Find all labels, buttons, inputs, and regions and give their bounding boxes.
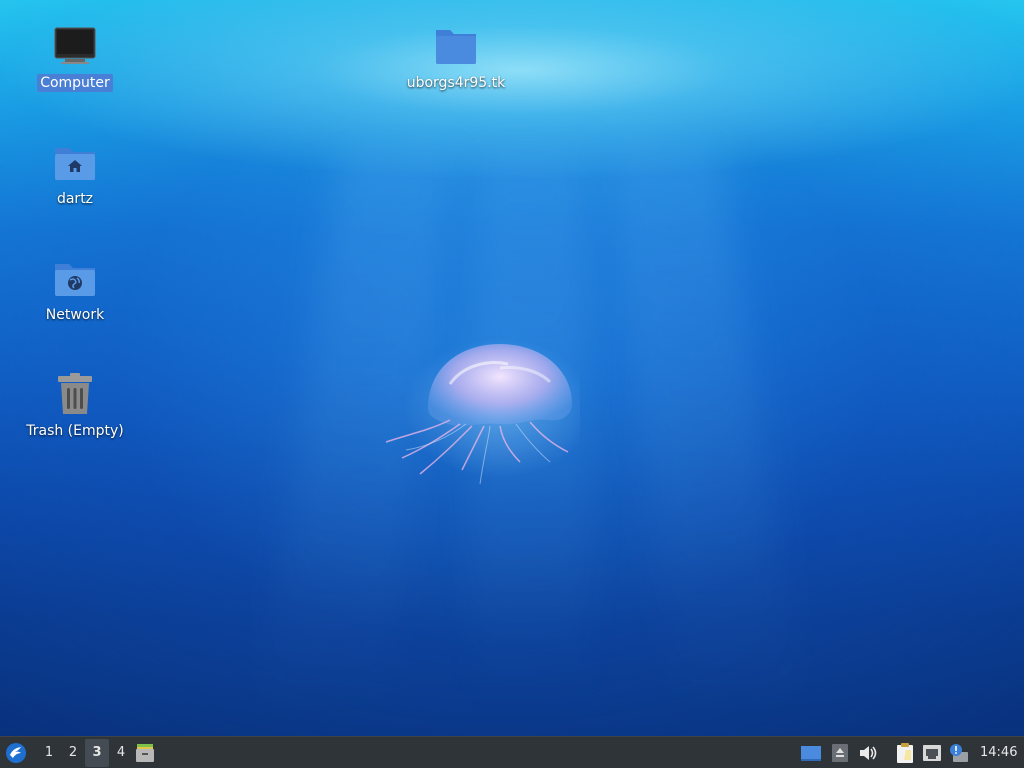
workspace-3[interactable]: 3 bbox=[85, 738, 109, 767]
desktop-icon-label: Computer bbox=[37, 74, 113, 92]
desktop-icon-label: Network bbox=[45, 307, 105, 323]
desktop[interactable]: Computer dartz Network Trash (Empty) ubo… bbox=[0, 0, 1024, 736]
light-ray bbox=[600, 150, 800, 710]
network-icon bbox=[923, 744, 941, 761]
eject-button[interactable] bbox=[826, 739, 854, 767]
lubuntu-menu-icon bbox=[6, 742, 26, 763]
desktop-icon-home[interactable]: dartz bbox=[20, 138, 130, 208]
jellyfish-wallpaper bbox=[385, 338, 580, 485]
clipboard-icon bbox=[897, 742, 913, 763]
desktop-icon-label: dartz bbox=[56, 191, 94, 207]
monitor-icon bbox=[51, 22, 99, 70]
start-menu-button[interactable] bbox=[1, 738, 31, 768]
desktop-icon-network[interactable]: Network bbox=[20, 254, 130, 324]
network-button[interactable] bbox=[918, 739, 946, 767]
desktop-icon-trash[interactable]: Trash (Empty) bbox=[20, 370, 130, 440]
file-manager-icon bbox=[136, 743, 154, 762]
workspace-4[interactable]: 4 bbox=[109, 739, 133, 767]
volume-button[interactable] bbox=[854, 739, 882, 767]
update-notifier-button[interactable] bbox=[946, 739, 972, 767]
taskbar: 1 2 3 4 14:46 bbox=[0, 736, 1024, 768]
update-notifier-icon bbox=[950, 743, 968, 762]
desktop-icon-label: Trash (Empty) bbox=[26, 423, 124, 439]
desktop-icon-computer[interactable]: Computer bbox=[20, 22, 130, 92]
system-tray: 14:46 bbox=[796, 737, 1024, 768]
workspace-1[interactable]: 1 bbox=[37, 739, 61, 767]
desktop-icon-label: uborgs4r95.tk bbox=[406, 75, 506, 91]
show-desktop-icon bbox=[801, 745, 821, 761]
clock[interactable]: 14:46 bbox=[980, 745, 1020, 760]
file-manager-launcher[interactable] bbox=[133, 739, 157, 767]
network-folder-icon bbox=[51, 254, 99, 302]
trash-icon bbox=[51, 370, 99, 418]
eject-icon bbox=[832, 743, 848, 762]
show-desktop-button[interactable] bbox=[796, 739, 826, 767]
volume-icon bbox=[860, 745, 877, 760]
workspace-2[interactable]: 2 bbox=[61, 739, 85, 767]
folder-icon bbox=[432, 22, 480, 70]
desktop-icon-folder[interactable]: uborgs4r95.tk bbox=[401, 22, 511, 92]
home-folder-icon bbox=[51, 138, 99, 186]
clipboard-button[interactable] bbox=[892, 739, 918, 767]
